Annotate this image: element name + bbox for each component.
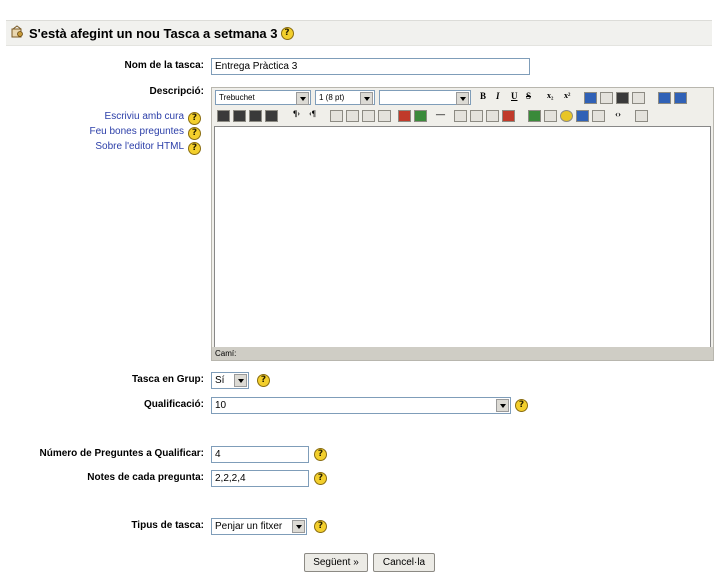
bold-icon[interactable]: B — [480, 91, 486, 101]
page-header: S'està afegint un nou Tasca a setmana 3 … — [6, 20, 712, 46]
help-icon[interactable]: ? — [314, 472, 327, 485]
grade-select[interactable]: 10 — [211, 397, 511, 414]
editor-toolbar-row-2: ¶› ‹¶ — ‹› — [212, 106, 713, 126]
help-link-write-carefully[interactable]: Escriviu amb cura — [60, 111, 184, 122]
nolink-icon[interactable] — [502, 110, 515, 122]
insert-image-icon[interactable] — [528, 110, 541, 122]
chevron-down-icon — [296, 92, 309, 105]
help-icon[interactable]: ? — [188, 142, 201, 155]
clean-word-icon[interactable] — [632, 92, 645, 104]
link-icon[interactable] — [470, 110, 483, 122]
align-center-icon[interactable] — [233, 110, 246, 122]
editor-text-area[interactable] — [214, 126, 711, 348]
justify-icon[interactable] — [265, 110, 278, 122]
type-select[interactable]: Penjar un fitxer — [211, 518, 307, 535]
special-char-icon[interactable] — [576, 110, 589, 122]
help-icon[interactable]: ? — [257, 374, 270, 387]
cut-icon[interactable] — [600, 92, 613, 104]
italic-icon[interactable]: I — [496, 91, 500, 101]
group-select[interactable]: Sí — [211, 372, 249, 389]
chevron-down-icon — [234, 374, 247, 387]
html-editor: Trebuchet 1 (8 pt) B I U S x₂ x² ¶› ‹¶ — — [211, 87, 714, 361]
search-replace-icon[interactable] — [592, 110, 605, 122]
redo-icon[interactable] — [674, 92, 687, 104]
editor-toolbar-row-1: Trebuchet 1 (8 pt) B I U S x₂ x² — [212, 88, 713, 108]
text-color-icon[interactable] — [398, 110, 411, 122]
help-icon[interactable]: ? — [188, 112, 201, 125]
underline-icon[interactable]: U — [511, 91, 518, 101]
group-label: Tasca en Grup: — [131, 374, 204, 385]
help-icon[interactable]: ? — [515, 399, 528, 412]
align-right-icon[interactable] — [249, 110, 262, 122]
indent-icon[interactable] — [378, 110, 391, 122]
help-icon[interactable]: ? — [314, 520, 327, 533]
help-icon[interactable]: ? — [314, 448, 327, 461]
insert-table-icon[interactable] — [544, 110, 557, 122]
smiley-icon[interactable] — [560, 110, 573, 122]
num-questions-input[interactable]: 4 — [211, 446, 309, 463]
chevron-down-icon — [292, 520, 305, 533]
help-link-good-questions[interactable]: Feu bones preguntes — [60, 126, 184, 137]
paste-icon[interactable] — [616, 92, 629, 104]
chevron-down-icon — [456, 92, 469, 105]
unordered-list-icon[interactable] — [346, 110, 359, 122]
editor-path-bar: Camí: — [212, 347, 713, 360]
horizontal-rule-icon[interactable]: — — [436, 109, 445, 119]
type-label: Tipus de tasca: — [131, 520, 204, 531]
size-select[interactable]: 1 (8 pt) — [315, 90, 375, 105]
strikethrough-icon[interactable]: S — [526, 91, 531, 101]
rtl-icon[interactable]: ‹¶ — [309, 109, 316, 118]
help-link-html-editor[interactable]: Sobre l'editor HTML — [60, 141, 184, 152]
outdent-icon[interactable] — [362, 110, 375, 122]
anchor-icon[interactable] — [454, 110, 467, 122]
task-name-input[interactable]: Entrega Pràctica 3 — [211, 58, 530, 75]
unlink-icon[interactable] — [486, 110, 499, 122]
align-left-icon[interactable] — [217, 110, 230, 122]
help-icon[interactable]: ? — [188, 127, 201, 140]
task-name-label: Nom de la tasca: — [124, 60, 204, 71]
undo-icon[interactable] — [658, 92, 671, 104]
format-select[interactable] — [379, 90, 471, 105]
highlight-color-icon[interactable] — [414, 110, 427, 122]
notes-label: Notes de cada pregunta: — [87, 472, 204, 483]
copy-icon[interactable] — [584, 92, 597, 104]
num-questions-label: Número de Preguntes a Qualificar: — [39, 448, 205, 459]
ltr-icon[interactable]: ¶› — [293, 109, 300, 118]
notes-input[interactable]: 2,2,2,4 — [211, 470, 309, 487]
ordered-list-icon[interactable] — [330, 110, 343, 122]
chevron-down-icon — [360, 92, 373, 105]
cancel-button[interactable]: Cancel·la — [373, 553, 435, 572]
assignment-icon — [10, 24, 24, 42]
chevron-down-icon — [496, 399, 509, 412]
subscript-icon[interactable]: x₂ — [547, 91, 553, 100]
html-source-icon[interactable]: ‹› — [615, 109, 621, 119]
grade-label: Qualificació: — [143, 399, 204, 410]
next-button[interactable]: Següent » — [304, 553, 368, 572]
font-select[interactable]: Trebuchet — [215, 90, 311, 105]
help-icon[interactable]: ? — [280, 26, 294, 40]
description-label: Descripció: — [149, 86, 204, 97]
fullscreen-icon[interactable] — [635, 110, 648, 122]
superscript-icon[interactable]: x² — [564, 91, 570, 100]
page-title: S'està afegint un nou Tasca a setmana 3 — [29, 25, 278, 41]
